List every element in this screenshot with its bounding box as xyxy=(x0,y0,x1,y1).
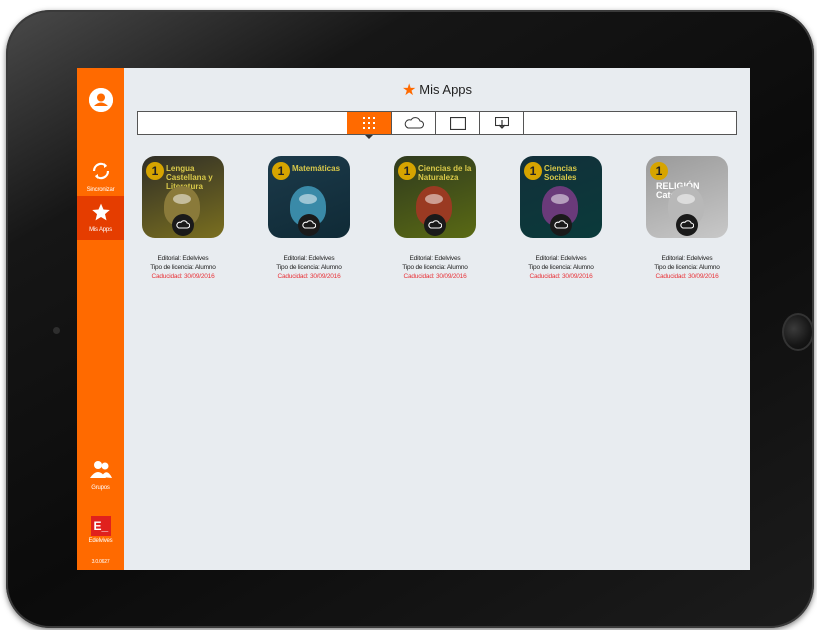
app-cover[interactable]: 1 RELIGIÓN Católica xyxy=(646,156,728,238)
cloud-icon xyxy=(428,220,442,229)
cloud-icon xyxy=(680,220,694,229)
app-cover-title: Matemáticas xyxy=(292,164,341,173)
filter-grid-button[interactable] xyxy=(347,112,391,134)
cloud-download-button[interactable] xyxy=(550,214,572,236)
sync-icon xyxy=(92,162,109,180)
app-expiry: Caducidad: 30/09/2016 xyxy=(277,273,341,280)
app-meta: Editorial: Edelvives Tipo de licencia: A… xyxy=(501,254,621,281)
app-cover[interactable]: 1 Ciencias de la Naturaleza xyxy=(394,156,476,238)
sidebar-item-label: Edelvives xyxy=(88,538,113,544)
cloud-download-button[interactable] xyxy=(172,214,194,236)
version-text: 3.0.0627 xyxy=(91,559,110,565)
app-publisher: Editorial: Edelvives xyxy=(283,255,335,262)
app-publisher: Editorial: Edelvives xyxy=(157,255,209,262)
app-cover-title: Ciencias de la Naturaleza xyxy=(418,164,472,182)
grade-badge: 1 xyxy=(524,162,542,180)
page-title: ★ Mis Apps xyxy=(124,80,750,100)
app-license: Tipo de licencia: Alumno xyxy=(402,264,468,271)
app-publisher: Editorial: Edelvives xyxy=(535,255,587,262)
grade-badge: 1 xyxy=(146,162,164,180)
app-screen: Sincronizar Mis Apps Grupos E_ Edelvives… xyxy=(77,68,750,570)
filter-cloud-button[interactable] xyxy=(391,112,435,134)
app-expiry: Caducidad: 30/09/2016 xyxy=(655,273,719,280)
sidebar-item-sync[interactable]: Sincronizar xyxy=(77,160,124,194)
home-button[interactable] xyxy=(782,313,814,351)
app-card[interactable]: 1 Lengua Castellana y Literatura Editori… xyxy=(123,156,243,281)
sidebar-item-label: Grupos xyxy=(91,485,110,491)
sidebar-item-label: Sincronizar xyxy=(86,187,115,193)
filter-download-button[interactable] xyxy=(479,112,523,134)
app-license: Tipo de licencia: Alumno xyxy=(654,264,720,271)
download-icon xyxy=(494,117,509,129)
grade-badge: 1 xyxy=(272,162,290,180)
cloud-download-button[interactable] xyxy=(424,214,446,236)
app-card[interactable]: 1 RELIGIÓN Católica Editorial: Edelvives… xyxy=(627,156,747,281)
app-cover[interactable]: 1 Ciencias Sociales xyxy=(520,156,602,238)
grade-badge: 1 xyxy=(650,162,668,180)
version-label: 3.0.0627 xyxy=(77,559,124,566)
sidebar-item-brand[interactable]: E_ Edelvives xyxy=(77,516,124,545)
app-cover-title: Ciencias Sociales xyxy=(544,164,577,182)
app-publisher: Editorial: Edelvives xyxy=(661,255,713,262)
filter-divider xyxy=(523,112,524,134)
camera-icon xyxy=(53,327,60,334)
cloud-icon xyxy=(554,220,568,229)
app-cover[interactable]: 1 Lengua Castellana y Literatura xyxy=(142,156,224,238)
app-meta: Editorial: Edelvives Tipo de licencia: A… xyxy=(375,254,495,281)
sidebar-item-label: Mis Apps xyxy=(89,227,112,233)
app-meta: Editorial: Edelvives Tipo de licencia: A… xyxy=(123,254,243,281)
app-expiry: Caducidad: 30/09/2016 xyxy=(529,273,593,280)
app-license: Tipo de licencia: Alumno xyxy=(150,264,216,271)
filter-bar xyxy=(137,111,737,135)
app-meta: Editorial: Edelvives Tipo de licencia: A… xyxy=(627,254,747,281)
app-license: Tipo de licencia: Alumno xyxy=(276,264,342,271)
cloud-icon xyxy=(404,117,424,129)
cloud-icon xyxy=(176,220,190,229)
app-meta: Editorial: Edelvives Tipo de licencia: A… xyxy=(249,254,369,281)
star-icon xyxy=(91,203,110,221)
main-content: ★Mis Apps 1 Lengua Castellana y Litera xyxy=(124,68,750,570)
sidebar: Sincronizar Mis Apps Grupos E_ Edelvives… xyxy=(77,68,124,570)
user-icon xyxy=(88,88,113,112)
app-expiry: Caducidad: 30/09/2016 xyxy=(151,273,215,280)
edelvives-logo: E_ xyxy=(90,516,111,536)
app-cover[interactable]: 1 Matemáticas xyxy=(268,156,350,238)
cloud-download-button[interactable] xyxy=(298,214,320,236)
cloud-download-button[interactable] xyxy=(676,214,698,236)
app-card[interactable]: 1 Ciencias Sociales Editorial: Edelvives… xyxy=(501,156,621,281)
page-title-text: Mis Apps xyxy=(419,82,473,97)
user-avatar[interactable] xyxy=(77,88,124,112)
app-publisher: Editorial: Edelvives xyxy=(409,255,461,262)
app-expiry: Caducidad: 30/09/2016 xyxy=(403,273,467,280)
grade-badge: 1 xyxy=(398,162,416,180)
sidebar-item-myapps[interactable]: Mis Apps xyxy=(77,196,124,240)
sidebar-item-groups[interactable]: Grupos xyxy=(77,460,124,492)
cloud-icon xyxy=(302,220,316,229)
group-icon xyxy=(89,461,112,478)
app-license: Tipo de licencia: Alumno xyxy=(528,264,594,271)
active-filter-caret xyxy=(365,135,373,139)
app-card[interactable]: 1 Matemáticas Editorial: Edelvives Tipo … xyxy=(249,156,369,281)
app-card[interactable]: 1 Ciencias de la Naturaleza Editorial: E… xyxy=(375,156,495,281)
grid-icon xyxy=(363,117,375,129)
tablet-icon xyxy=(449,117,466,130)
star-icon: ★ xyxy=(401,82,417,99)
filter-device-button[interactable] xyxy=(435,112,479,134)
